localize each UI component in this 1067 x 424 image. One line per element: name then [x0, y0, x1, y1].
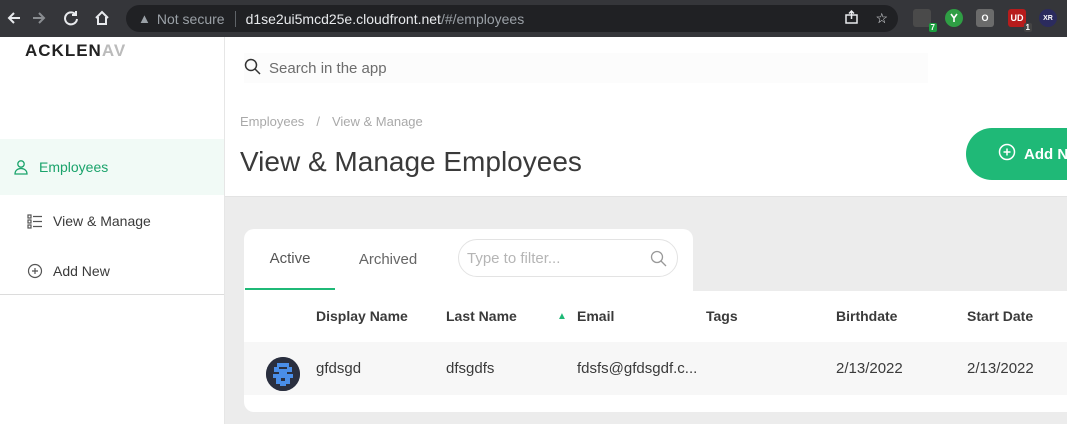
star-icon[interactable]: ☆ — [875, 10, 888, 28]
avatar[interactable] — [266, 357, 300, 391]
user-icon — [12, 158, 30, 176]
cell-birthdate: 2/13/2022 — [836, 360, 903, 377]
search-placeholder: Search in the app — [269, 59, 387, 77]
omnibox-divider — [234, 10, 236, 27]
column-header-birthdate[interactable]: Birthdate — [836, 308, 897, 324]
sidebar-item-label: Employees — [39, 159, 109, 175]
cell-start-date: 2/13/2022 — [967, 360, 1034, 377]
share-icon[interactable] — [844, 9, 859, 28]
ublock-icon[interactable]: UD 1 — [1008, 9, 1032, 32]
breadcrumb-item-current: View & Manage — [331, 114, 423, 129]
extension-3-icon[interactable]: O — [976, 9, 994, 27]
sidebar-item-add-new[interactable]: Add New — [0, 243, 224, 299]
column-header-email[interactable]: Email — [577, 308, 614, 324]
extension-xr-icon[interactable]: XR — [1039, 9, 1057, 27]
sidebar-item-employees[interactable]: Employees — [0, 139, 224, 195]
column-header-display-name[interactable]: Display Name — [316, 308, 408, 324]
search-input[interactable]: Search in the app — [244, 53, 928, 83]
warning-icon: ▲ — [138, 11, 151, 26]
forward-icon[interactable] — [25, 4, 53, 32]
back-icon[interactable] — [0, 4, 28, 32]
page-title: View & Manage Employees — [240, 146, 582, 177]
home-icon[interactable] — [88, 4, 116, 32]
tab-active[interactable]: Active — [245, 229, 335, 290]
search-icon — [650, 250, 667, 271]
cell-email: fdsfs@gfdsgdf.c... — [577, 360, 698, 377]
extension-1-icon[interactable]: 7 — [913, 9, 937, 32]
extension-2-icon[interactable] — [945, 9, 963, 27]
security-label: Not secure — [156, 10, 225, 27]
tab-archived[interactable]: Archived — [343, 229, 433, 290]
column-header-tags[interactable]: Tags — [706, 308, 738, 324]
sidebar-item-label: Add New — [53, 263, 110, 279]
ublock-badge: 1 — [1023, 23, 1032, 32]
extension-1-badge: 7 — [928, 23, 937, 32]
breadcrumb-item-employees[interactable]: Employees — [240, 114, 304, 129]
sidebar-item-view-manage[interactable]: View & Manage — [0, 193, 224, 249]
breadcrumb: Employees / View & Manage — [240, 114, 423, 129]
sidebar-divider — [0, 294, 224, 295]
address-bar[interactable]: ▲ Not secure d1se2ui5mcd25e.cloudfront.n… — [126, 5, 898, 32]
plus-circle-icon — [998, 143, 1016, 165]
add-new-button[interactable]: Add New — [966, 128, 1067, 180]
search-icon — [244, 58, 261, 79]
logo-text: ACKLEN — [25, 41, 102, 60]
cell-display-name: gfdsgd — [316, 360, 362, 377]
plus-circle-icon — [26, 262, 44, 280]
url-host: d1se2ui5mcd25e.cloudfront.net — [245, 10, 441, 27]
cell-last-name: dfsgdfs — [446, 360, 495, 377]
ublock-label: UD — [1010, 13, 1024, 23]
filter-placeholder: Type to filter... — [467, 249, 561, 267]
add-new-label: Add New — [1024, 145, 1067, 163]
column-header-start-date[interactable]: Start Date — [967, 308, 1033, 324]
url-path: /#/employees — [440, 10, 525, 27]
reload-icon[interactable] — [57, 4, 85, 32]
logo-text-faded: AV — [101, 41, 127, 60]
company-logo[interactable]: ACKLENAV — [25, 41, 126, 61]
browser-toolbar: ▲ Not secure d1se2ui5mcd25e.cloudfront.n… — [0, 0, 1067, 37]
sidebar-item-label: View & Manage — [53, 213, 151, 229]
column-header-last-name[interactable]: Last Name — [446, 308, 517, 324]
list-icon — [26, 212, 44, 230]
filter-input[interactable]: Type to filter... — [458, 239, 678, 277]
sort-ascending-icon[interactable]: ▲ — [557, 311, 567, 322]
breadcrumb-separator: / — [316, 114, 320, 129]
